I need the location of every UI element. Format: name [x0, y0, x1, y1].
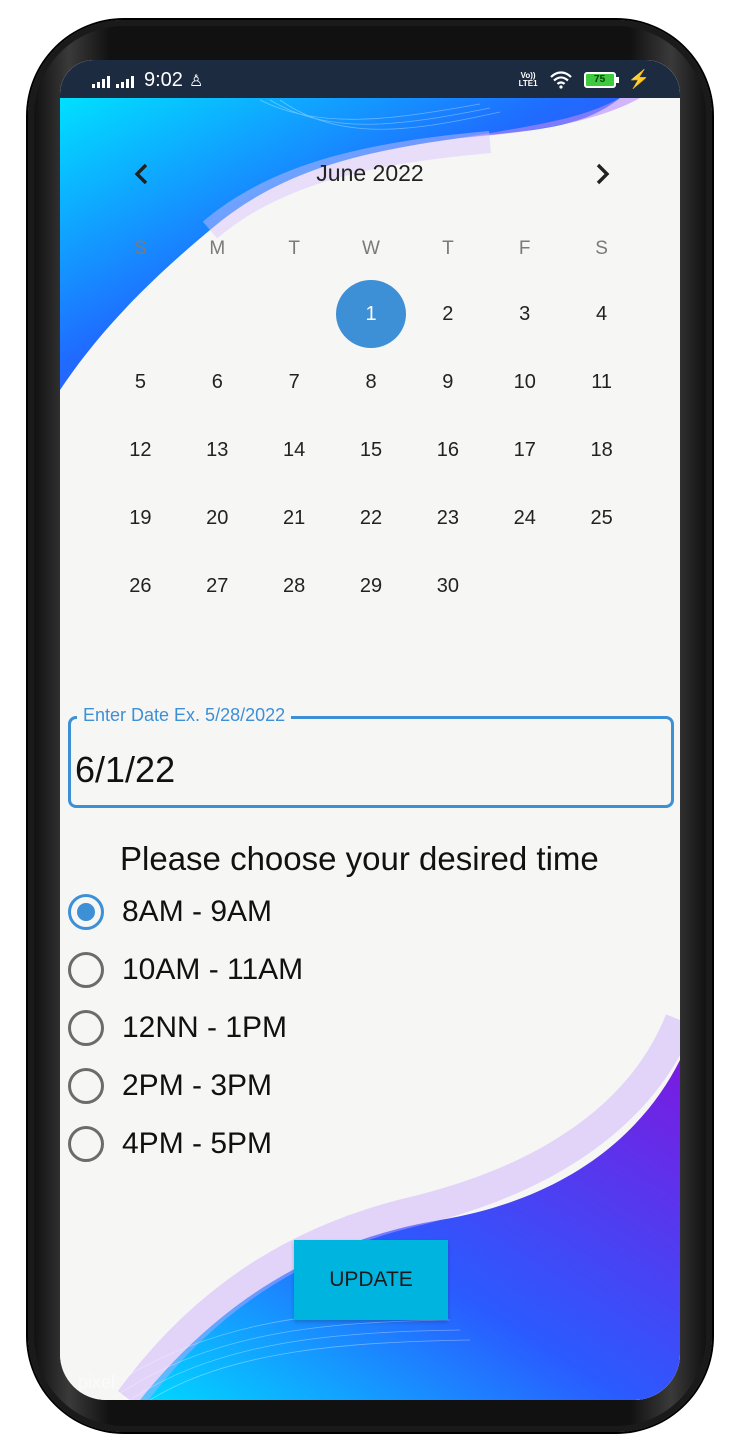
calendar-day[interactable]: 4: [563, 280, 640, 348]
calendar-day: [102, 280, 179, 348]
calendar-day: [179, 280, 256, 348]
weekday-label: W: [362, 238, 380, 259]
calendar-day[interactable]: 10: [486, 348, 563, 416]
calendar-day[interactable]: 12: [102, 416, 179, 484]
calendar-week: 19 20 21 22 23 24 25: [102, 484, 640, 552]
watermark: pixel: [78, 1372, 116, 1392]
radio-checked-icon[interactable]: [68, 894, 104, 930]
calendar-week: 5 6 7 8 9 10 11: [102, 348, 640, 416]
update-button[interactable]: UPDATE: [294, 1240, 448, 1320]
radio-unchecked-icon[interactable]: [68, 952, 104, 988]
weekday-header: S M T W T F S: [102, 238, 640, 260]
time-option-label: 12NN - 1PM: [122, 1011, 288, 1044]
date-input-field[interactable]: Enter Date Ex. 5/28/2022 6/1/22: [68, 705, 674, 808]
calendar-day-selected[interactable]: 1: [333, 280, 410, 348]
chevron-right-icon: [596, 163, 610, 185]
calendar-day[interactable]: 7: [256, 348, 333, 416]
calendar-day[interactable]: 29: [333, 552, 410, 620]
calendar-day[interactable]: 28: [256, 552, 333, 620]
calendar-day[interactable]: 18: [563, 416, 640, 484]
date-input-label: Enter Date Ex. 5/28/2022: [77, 705, 292, 726]
weekday-label: T: [442, 238, 454, 259]
calendar-day[interactable]: 14: [256, 416, 333, 484]
time-option-label: 8AM - 9AM: [122, 895, 273, 928]
calendar-day[interactable]: 23: [409, 484, 486, 552]
status-bar: 9:02 ♙ Vo)) LTE1 75 ⚡: [60, 60, 680, 98]
time-section-title: Please choose your desired time: [120, 840, 599, 877]
calendar-week: 12 13 14 15 16 17 18: [102, 416, 640, 484]
volte-icon: Vo)) LTE1: [518, 70, 538, 88]
calendar-day[interactable]: 21: [256, 484, 333, 552]
calendar-day[interactable]: 22: [333, 484, 410, 552]
calendar-day[interactable]: 17: [486, 416, 563, 484]
battery-icon: 75: [583, 71, 619, 88]
signal-icon: [92, 74, 110, 88]
time-option-label: 2PM - 3PM: [122, 1069, 273, 1102]
calendar-day[interactable]: 27: [179, 552, 256, 620]
time-option-label: 4PM - 5PM: [122, 1127, 273, 1160]
calendar-day[interactable]: 30: [409, 552, 486, 620]
time-option[interactable]: 12NN - 1PM: [68, 1008, 287, 1048]
calendar-day[interactable]: 2: [409, 280, 486, 348]
teams-icon: ♙: [188, 72, 204, 90]
calendar-week: 1 2 3 4: [102, 280, 640, 348]
signal-icon: [116, 74, 134, 88]
weekday-label: M: [209, 238, 226, 259]
calendar-header: June 2022: [60, 144, 680, 204]
wifi-icon: [549, 70, 572, 89]
calendar-day: [256, 280, 333, 348]
calendar-week: 26 27 28 29 30: [102, 552, 640, 620]
status-left: 9:02 ♙: [92, 69, 203, 92]
calendar-day[interactable]: 20: [179, 484, 256, 552]
calendar-day[interactable]: 13: [179, 416, 256, 484]
calendar-day[interactable]: 24: [486, 484, 563, 552]
time-option[interactable]: 2PM - 3PM: [68, 1066, 272, 1106]
radio-unchecked-icon[interactable]: [68, 1010, 104, 1046]
time-option[interactable]: 4PM - 5PM: [68, 1124, 272, 1164]
calendar-day[interactable]: 25: [563, 484, 640, 552]
radio-unchecked-icon[interactable]: [68, 1126, 104, 1162]
time-option-label: 10AM - 11AM: [122, 953, 304, 986]
weekday-label: S: [134, 238, 147, 259]
calendar-day[interactable]: 26: [102, 552, 179, 620]
app-screen: 9:02 ♙ Vo))LTE1 75 ⚡ June 2022 S M T W: [60, 60, 680, 1400]
weekday-label: T: [288, 238, 300, 259]
calendar-day[interactable]: 19: [102, 484, 179, 552]
weekday-label: F: [518, 238, 531, 259]
calendar-day[interactable]: 3: [486, 280, 563, 348]
calendar-day[interactable]: 8: [333, 348, 410, 416]
calendar-day[interactable]: 5: [102, 348, 179, 416]
calendar-day[interactable]: 11: [563, 348, 640, 416]
time-option[interactable]: 10AM - 11AM: [68, 950, 303, 990]
calendar-day[interactable]: 6: [179, 348, 256, 416]
radio-unchecked-icon[interactable]: [68, 1068, 104, 1104]
weekday-label: S: [595, 238, 608, 259]
date-input-value[interactable]: 6/1/22: [75, 749, 175, 791]
calendar-day: [563, 552, 640, 620]
status-time: 9:02: [144, 69, 183, 91]
calendar-day: [486, 552, 563, 620]
status-right: Vo)) LTE1 75 ⚡: [519, 69, 650, 90]
calendar-day[interactable]: 16: [409, 416, 486, 484]
time-option[interactable]: 8AM - 9AM: [68, 892, 272, 932]
next-month-button[interactable]: [582, 154, 622, 194]
calendar-day[interactable]: 15: [333, 416, 410, 484]
calendar-day[interactable]: 9: [409, 348, 486, 416]
charging-icon: ⚡: [627, 69, 650, 89]
